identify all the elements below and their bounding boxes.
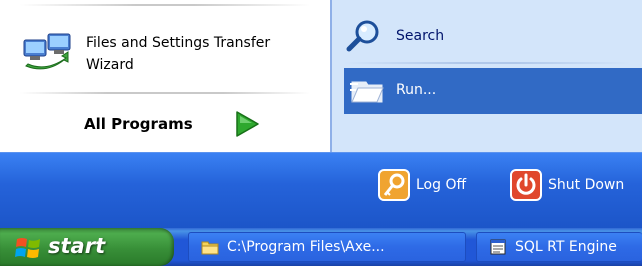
search-menu-item[interactable]: Search: [344, 16, 642, 56]
files-settings-transfer-wizard-label: Files and Settings Transfer Wizard: [86, 32, 326, 76]
shut-down-button[interactable]: Shut Down: [508, 165, 642, 205]
all-programs-button[interactable]: All Programs: [70, 104, 270, 144]
start-button[interactable]: start: [0, 228, 174, 266]
divider: [344, 62, 630, 64]
start-label: start: [48, 234, 106, 258]
start-menu-footer: Log Off Shut Down: [0, 152, 642, 229]
all-programs-label: All Programs: [84, 115, 193, 133]
application-window-icon: [489, 239, 507, 255]
files-settings-transfer-wizard-item[interactable]: Files and Settings Transfer Wizard: [14, 24, 314, 80]
search-label: Search: [396, 28, 445, 44]
taskbar-button-label: SQL RT Engine: [515, 239, 617, 255]
files-settings-transfer-icon: [22, 28, 72, 72]
log-off-button[interactable]: Log Off: [376, 165, 502, 205]
search-icon: [346, 20, 382, 52]
start-menu: Files and Settings Transfer Wizard All P…: [0, 0, 642, 229]
label-line-1: Files and Settings Transfer: [86, 35, 271, 51]
taskbar-button-sql-rt-engine[interactable]: SQL RT Engine: [476, 232, 642, 262]
taskbar-button-explorer[interactable]: C:\Program Files\Axe...: [188, 232, 466, 262]
taskbar-button-label: C:\Program Files\Axe...: [227, 239, 385, 255]
folder-icon: [201, 239, 219, 255]
start-menu-right-pane: Search Run...: [332, 0, 642, 152]
windows-flag-icon: [14, 235, 44, 261]
run-icon: [350, 78, 384, 104]
log-off-label: Log Off: [416, 177, 467, 193]
shut-down-label: Shut Down: [548, 177, 625, 193]
power-icon: [510, 169, 542, 201]
key-icon: [378, 169, 410, 201]
taskbar: start C:\Program Files\Axe... SQL RT Eng…: [0, 228, 642, 266]
divider: [20, 92, 310, 94]
green-arrow-icon: [234, 110, 260, 138]
run-label: Run...: [396, 82, 437, 98]
start-menu-left-pane: Files and Settings Transfer Wizard All P…: [0, 0, 332, 152]
label-line-2: Wizard: [86, 57, 134, 73]
run-menu-item[interactable]: Run...: [344, 68, 642, 114]
divider: [20, 4, 310, 6]
